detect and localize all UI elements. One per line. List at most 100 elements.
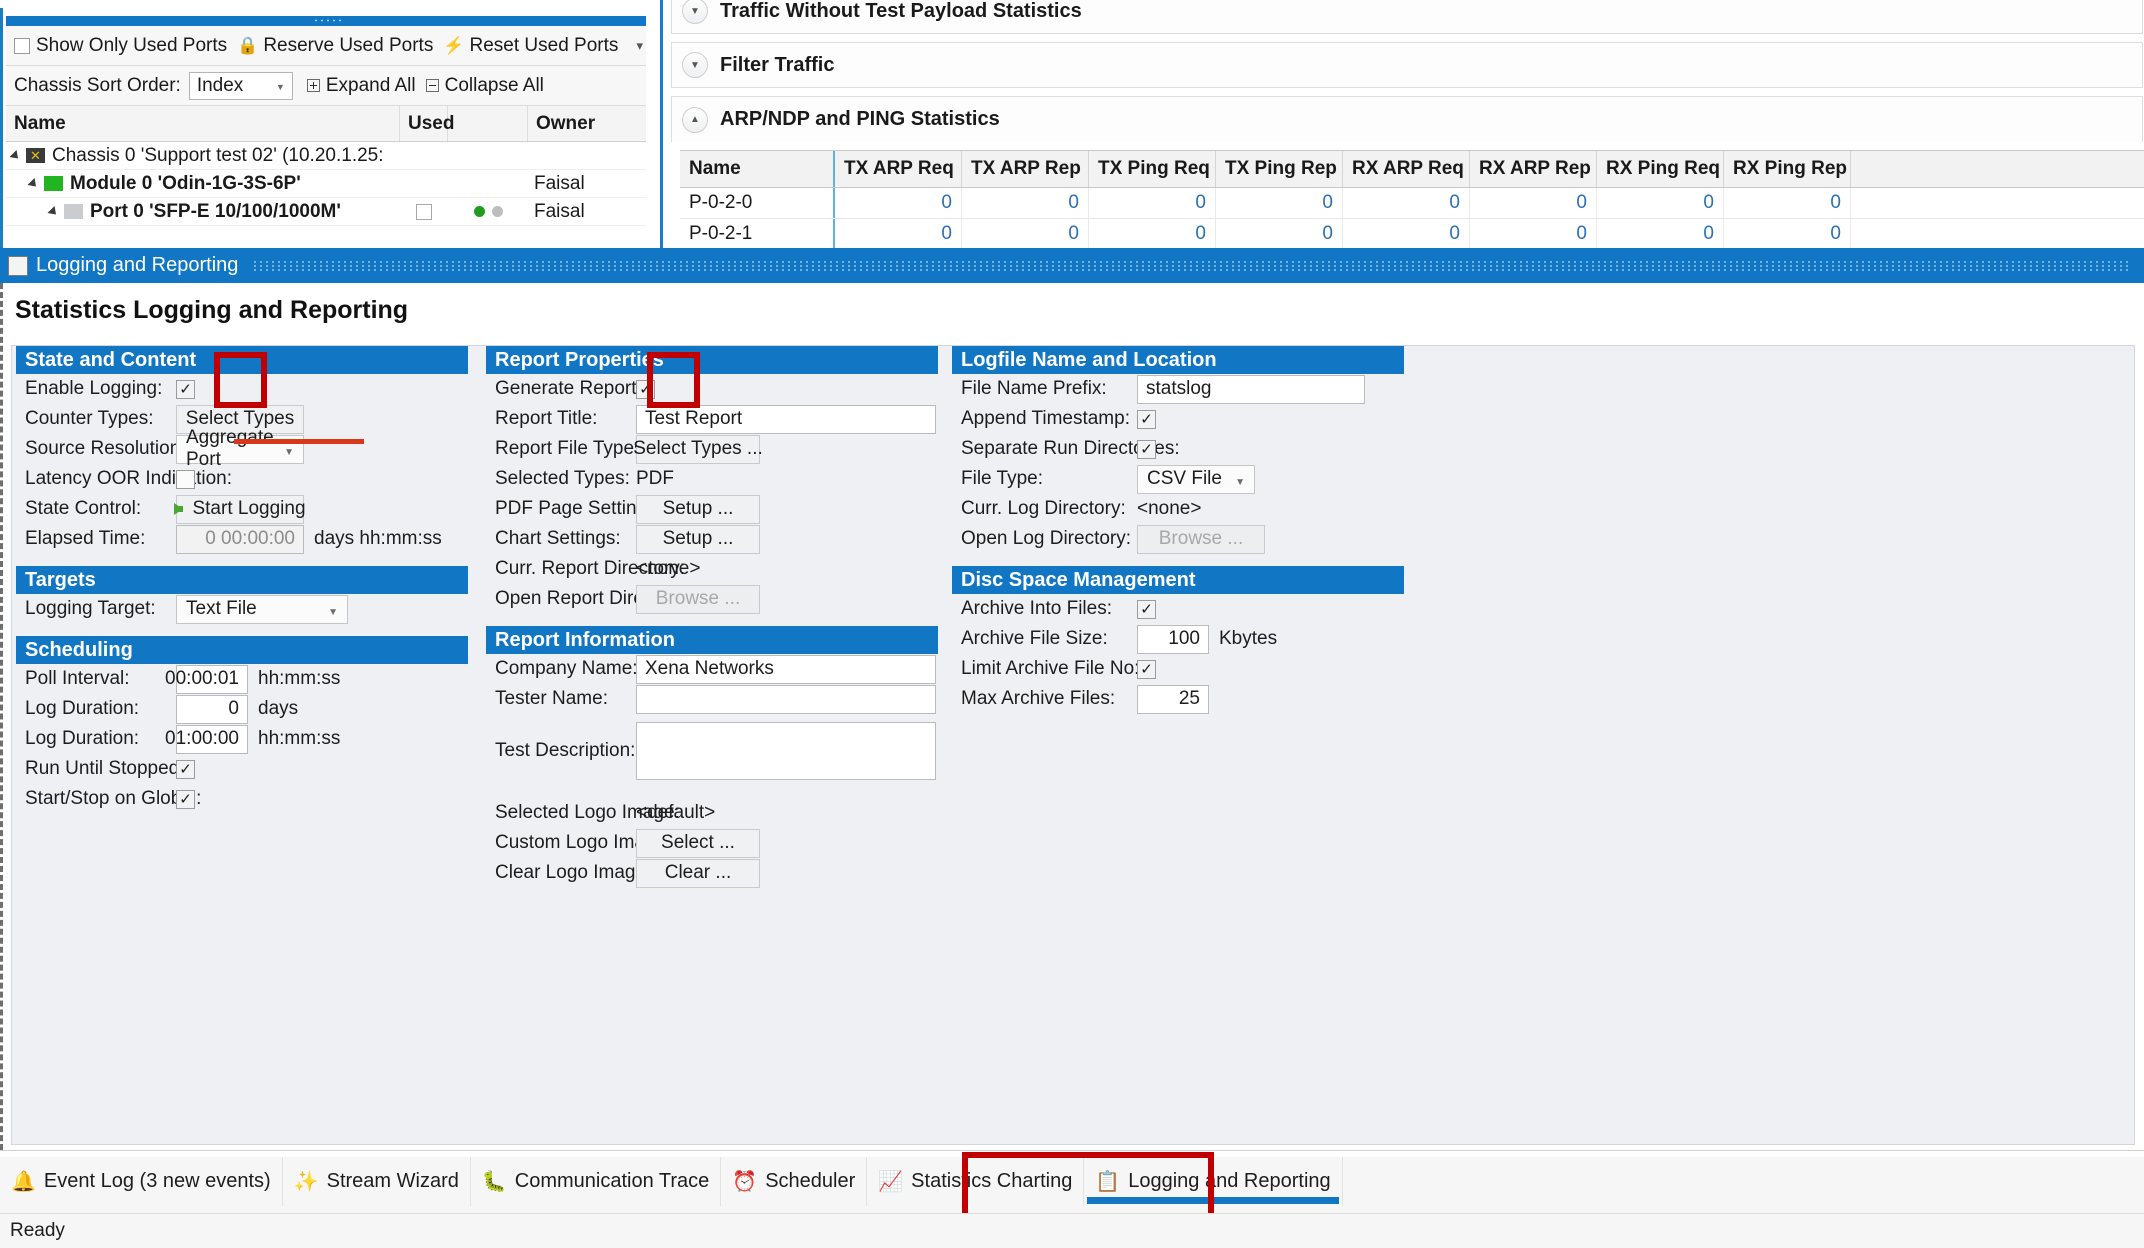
tree-row-module[interactable]: Module 0 'Odin-1G-3S-6P' Faisal [6, 170, 646, 198]
col-header-tx-arp-req[interactable]: TX ARP Req [835, 151, 962, 187]
custom-logo-image-select-button[interactable]: Select ... [636, 828, 760, 858]
col-header-rx-arp-req[interactable]: RX ARP Req [1343, 151, 1470, 187]
chassis-sort-order-select[interactable]: Index ▼ [188, 71, 293, 100]
taskbar-item-communication-trace[interactable]: 🐛 Communication Trace [471, 1157, 722, 1206]
cell-tx-ping-rep: 0 [1216, 219, 1343, 249]
expand-all-button[interactable]: Expand All [306, 75, 416, 97]
generate-report-checkbox[interactable]: ✓ [636, 379, 655, 399]
start-logging-button[interactable]: Start Logging [174, 494, 306, 524]
elapsed-time-unit: days hh:mm:ss [314, 528, 442, 549]
collapse-all-button[interactable]: Collapse All [425, 75, 544, 97]
col-header-rx-ping-rep[interactable]: RX Ping Rep [1724, 151, 1851, 187]
logging-target-select[interactable]: Text File ▼ [176, 594, 348, 624]
col-header-name[interactable]: Name [680, 151, 835, 187]
cell-tx-ping-req: 0 [1089, 219, 1216, 249]
cell-blank [1851, 219, 2144, 249]
start-stop-global-label: Start/Stop on Global: [25, 788, 202, 809]
file-name-prefix-input[interactable]: statslog [1137, 374, 1365, 404]
row-elapsed-time: Elapsed Time: 0 00:00:00 days hh:mm:ss [16, 524, 476, 554]
log-duration-time-input[interactable]: 01:00:00 [165, 724, 248, 754]
run-until-stopped-checkbox[interactable]: ✓ [176, 759, 195, 779]
taskbar-item-scheduler[interactable]: ⏰ Scheduler [721, 1157, 868, 1206]
taskbar-label: Stream Wizard [326, 1170, 459, 1192]
tree-row-port[interactable]: Port 0 'SFP-E 10/100/1000M' Faisal [6, 198, 646, 226]
row-logging-target: Logging Target: Text File ▼ [16, 594, 476, 624]
test-description-input[interactable] [636, 722, 936, 780]
tree-row-used-cell[interactable] [400, 203, 448, 220]
column-header-owner[interactable]: Owner [528, 106, 638, 141]
poll-interval-input[interactable]: 00:00:01 [165, 664, 248, 694]
taskbar-item-event-log[interactable]: 🔔 Event Log (3 new events) [0, 1157, 283, 1206]
expander-triangle-icon[interactable] [9, 149, 22, 162]
column-header-blank[interactable] [448, 106, 528, 141]
append-timestamp-checkbox[interactable]: ✓ [1137, 409, 1156, 429]
chart-icon: 📈 [878, 1170, 904, 1193]
cell-name: P-0-2-0 [680, 188, 835, 218]
col-header-tx-ping-rep[interactable]: TX Ping Rep [1216, 151, 1343, 187]
chevron-up-icon[interactable]: ▲ [682, 106, 708, 133]
archive-into-files-checkbox[interactable]: ✓ [1137, 599, 1156, 619]
column-header-name[interactable]: Name [6, 106, 400, 141]
reset-used-ports-button[interactable]: ⚡ Reset Used Ports [443, 35, 618, 57]
clear-logo-image-button[interactable]: Clear ... [636, 858, 760, 888]
col-header-tx-arp-rep[interactable]: TX ARP Rep [962, 151, 1089, 187]
col-header-rx-arp-rep[interactable]: RX ARP Rep [1470, 151, 1597, 187]
row-custom-logo-image: Custom Logo Image: Select ... [486, 828, 946, 858]
section-filter-traffic[interactable]: ▼ Filter Traffic [671, 42, 2143, 88]
logging-reporting-titlebar[interactable]: Logging and Reporting [0, 248, 2144, 283]
test-description-label: Test Description: [495, 740, 636, 761]
max-archive-files-input[interactable]: 25 [1137, 684, 1209, 714]
chevron-down-icon[interactable]: ▼ [682, 52, 708, 78]
company-name-input[interactable]: Xena Networks [636, 654, 936, 684]
expander-triangle-icon[interactable] [27, 177, 40, 190]
open-report-directory-browse-button[interactable]: Browse ... [636, 584, 760, 614]
show-only-used-ports-box[interactable] [14, 37, 30, 54]
right-column: Logfile Name and Location File Name Pref… [952, 346, 1412, 714]
reserve-used-ports-button[interactable]: 🔒 Reserve Used Ports [237, 35, 433, 57]
table-row[interactable]: P-0-2-1 0 0 0 0 0 0 0 0 [680, 219, 2144, 250]
bug-icon: 🐛 [481, 1170, 507, 1193]
col-header-tx-ping-req[interactable]: TX Ping Req [1089, 151, 1216, 187]
file-type-select[interactable]: CSV File ▼ [1137, 464, 1255, 494]
archive-file-size-input[interactable]: 100 [1137, 624, 1209, 654]
section-traffic-without-test-payload[interactable]: ▼ Traffic Without Test Payload Statistic… [671, 0, 2143, 34]
tester-name-input[interactable] [636, 684, 936, 714]
limit-archive-file-no-checkbox[interactable]: ✓ [1137, 659, 1156, 679]
port-panel-grip[interactable] [6, 16, 646, 26]
taskbar-item-statistics-charting[interactable]: 📈 Statistics Charting [867, 1157, 1085, 1206]
table-row[interactable]: P-0-2-0 0 0 0 0 0 0 0 0 [680, 188, 2144, 219]
archive-file-size-label: Archive File Size: [961, 628, 1108, 649]
log-duration-days-input[interactable]: 0 [176, 694, 248, 724]
start-stop-global-checkbox[interactable]: ✓ [176, 789, 195, 809]
titlebar-grip[interactable] [252, 260, 2130, 271]
row-separate-run-directories: Separate Run Directories: ✓ [952, 434, 1412, 464]
pdf-page-settings-button[interactable]: Setup ... [636, 494, 760, 524]
cell-rx-arp-req: 0 [1343, 188, 1470, 218]
enable-logging-checkbox[interactable]: ✓ [176, 379, 195, 399]
expander-triangle-icon[interactable] [47, 205, 60, 218]
report-title-input[interactable]: Test Report [636, 404, 936, 434]
separate-run-directories-checkbox[interactable]: ✓ [1137, 439, 1156, 459]
tree-row-chassis[interactable]: ✕ Chassis 0 'Support test 02' (10.20.1.2… [6, 142, 646, 170]
col-header-blank[interactable] [1851, 151, 2144, 187]
section-arp-ndp-ping-statistics[interactable]: ▲ ARP/NDP and PING Statistics [671, 96, 2143, 142]
group-header-logfile-name-and-location: Logfile Name and Location [952, 346, 1404, 374]
latency-oor-checkbox[interactable] [176, 469, 195, 489]
start-logging-label: Start Logging [192, 498, 306, 519]
toolbar-overflow-icon[interactable]: ▾ [636, 38, 643, 54]
row-report-file-types: Report File Types: Select Types ... [486, 434, 946, 464]
show-only-used-ports-checkbox[interactable]: Show Only Used Ports [14, 35, 227, 57]
group-header-targets: Targets [16, 566, 468, 594]
port-used-checkbox[interactable] [416, 203, 432, 220]
chevron-down-icon[interactable]: ▼ [682, 0, 708, 24]
row-curr-report-directory: Curr. Report Directory: <none> [486, 554, 946, 584]
port-toolbar-row-2: Chassis Sort Order: Index ▼ Expand All C… [6, 66, 646, 106]
chart-settings-button[interactable]: Setup ... [636, 524, 760, 554]
col-header-rx-ping-req[interactable]: RX Ping Req [1597, 151, 1724, 187]
select-report-file-types-button[interactable]: Select Types ... [633, 434, 763, 464]
taskbar-item-stream-wizard[interactable]: ✨ Stream Wizard [283, 1157, 471, 1206]
open-log-directory-browse-button[interactable]: Browse ... [1137, 524, 1265, 554]
column-header-used[interactable]: Used [400, 106, 454, 141]
port-tree-header: Name Used Owner [6, 106, 646, 142]
taskbar-item-logging-and-reporting[interactable]: 📋 Logging and Reporting [1084, 1157, 1343, 1206]
